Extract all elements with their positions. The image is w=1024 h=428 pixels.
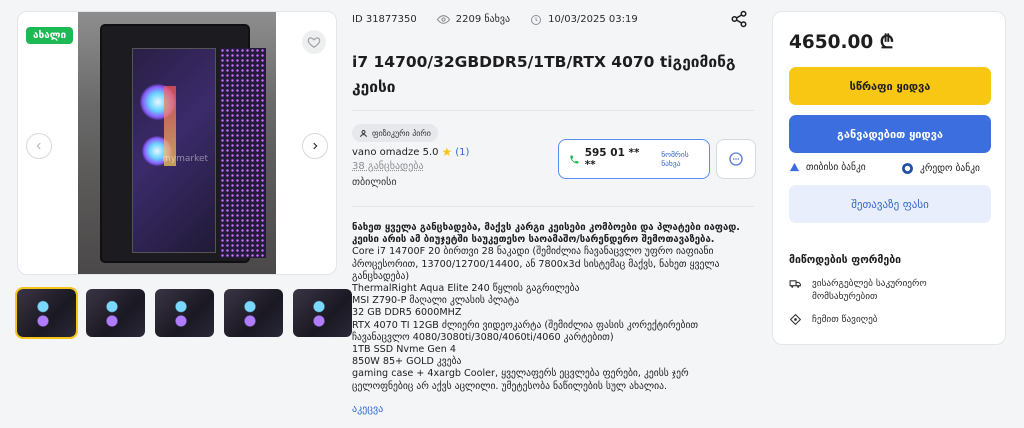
description-line: კეისი არის ამ ბიუჯეტში საუკეთესო საოამაშ… [352, 234, 715, 246]
purchase-panel: 4650.00 ₾ სწრაფი ყიდვა განვადებით ყიდვა … [772, 11, 1006, 345]
seller-info: vano omadze 5.0 ★ (1) [352, 145, 469, 159]
chevron-right-icon [313, 142, 318, 150]
installment-buy-button[interactable]: განვადებით ყიდვა [789, 115, 991, 153]
share-icon [731, 10, 747, 28]
thumbnail[interactable] [224, 289, 283, 337]
thumbnail-strip [15, 287, 352, 339]
phone-icon [570, 154, 579, 164]
show-number-label: ნომრის ნახვა [661, 150, 689, 168]
description-line: ნახეთ ყველა განცხადება, მაქვს კარგი კეის… [352, 222, 740, 233]
description-line: 1TB SSD Nvme Gen 4 [352, 344, 456, 356]
prev-image-button[interactable] [26, 133, 52, 159]
truck-icon [789, 280, 801, 288]
seller-type-badge: ფიზიკური პირი [352, 124, 438, 142]
description-line: MSI Z790-P მაღალი კლასის პლატა [352, 295, 520, 307]
new-badge: ახალი [26, 27, 74, 44]
view-count: 2209 ნახვა [455, 14, 511, 25]
message-button[interactable] [716, 139, 756, 179]
listing-meta: ID 31877350 2209 ნახვა 10/03/2025 03:19 [352, 13, 638, 26]
bank-credo-option[interactable]: კრედო ბანკი [901, 162, 980, 175]
thumbnail[interactable] [15, 287, 78, 339]
chevron-left-icon [36, 142, 41, 150]
share-button[interactable] [730, 10, 748, 32]
product-title: i7 14700/32GBDDR5/1TB/RTX 4070 tiგეიმინგ… [352, 53, 736, 96]
user-icon [360, 129, 367, 137]
quick-buy-button[interactable]: სწრაფი ყიდვა [789, 67, 991, 105]
image-gallery: mymarket ახალი [17, 11, 337, 275]
description-line: 32 GB DDR5 6000MHZ [352, 307, 462, 319]
post-date: 10/03/2025 03:19 [548, 14, 638, 25]
star-icon: ★ [441, 145, 453, 159]
description-line: 850W 85+ GOLD კვება [352, 356, 462, 368]
chat-icon [729, 152, 743, 166]
thumbnail[interactable] [293, 289, 352, 337]
product-page: mymarket ახალი ID 31877350 2209 ნახვა 10… [0, 0, 1024, 428]
delivery-pickup-option[interactable]: ჩემით წავიღებ [789, 313, 878, 326]
rating-count[interactable]: (1) [455, 147, 469, 158]
phone-number: 595 01 ** ** [584, 147, 640, 171]
product-description: ნახეთ ყველა განცხადება, მაქვს კარგი კეის… [352, 222, 754, 393]
next-image-button[interactable] [302, 133, 328, 159]
thumbnail[interactable] [155, 289, 214, 337]
seller-name[interactable]: vano omadze 5.0 [352, 147, 439, 158]
clock-icon [531, 14, 542, 25]
description-line: ჩავანაცვლო 4080/3080ti/3080/4060ti/4060 … [352, 331, 614, 343]
description-line: ცელოფნებიც არ აქვს აცლილი. უმეტესობა ნაწ… [352, 380, 668, 392]
phone-reveal-button[interactable]: 595 01 ** ** ნომრის ნახვა [558, 139, 710, 179]
description-line: განცხადება) [352, 270, 410, 282]
listing-id: ID 31877350 [352, 14, 417, 25]
bank-tbc-option[interactable]: თიბისი ბანკი [789, 162, 866, 173]
credo-logo-icon [902, 163, 913, 174]
description-line: gaming case + 4xargb Cooler, ყველაფერს ე… [352, 368, 689, 380]
delivery-title: მიწოდების ფორმები [789, 254, 902, 266]
price: 4650.00 ₾ [789, 32, 894, 53]
pickup-icon [789, 313, 802, 326]
tbc-logo-icon [789, 162, 800, 172]
description-line: ThermalRight Aqua Elite 240 წყლის გაგრილ… [352, 283, 580, 295]
seller-city: თბილისი [352, 177, 397, 188]
product-photo[interactable]: mymarket [78, 12, 276, 274]
eye-icon [436, 15, 450, 24]
description-line: RTX 4070 TI 12GB ძლიერი ვიდეოკარტა (შემი… [352, 319, 699, 331]
offer-price-button[interactable]: შეთავაზე ფასი [789, 185, 991, 223]
watermark: mymarket [162, 154, 209, 164]
favorite-button[interactable] [302, 30, 326, 54]
description-line: Core i7 14700F 20 ბირთვი 28 ნაკადი (შემი… [352, 246, 714, 258]
heart-icon [307, 37, 321, 48]
description-line: პროცესორით, 13700/12700/14400, ან 7800x3… [352, 258, 720, 270]
thumbnail[interactable] [86, 289, 145, 337]
delivery-courier-option[interactable]: ვისარგებლებ საკურიერო მომსახურებით [789, 277, 972, 303]
seller-ads-link[interactable]: 38 განცხადება [352, 161, 424, 172]
collapse-description-link[interactable]: აკეცვა [352, 404, 383, 415]
pc-case-image: mymarket [102, 26, 266, 261]
